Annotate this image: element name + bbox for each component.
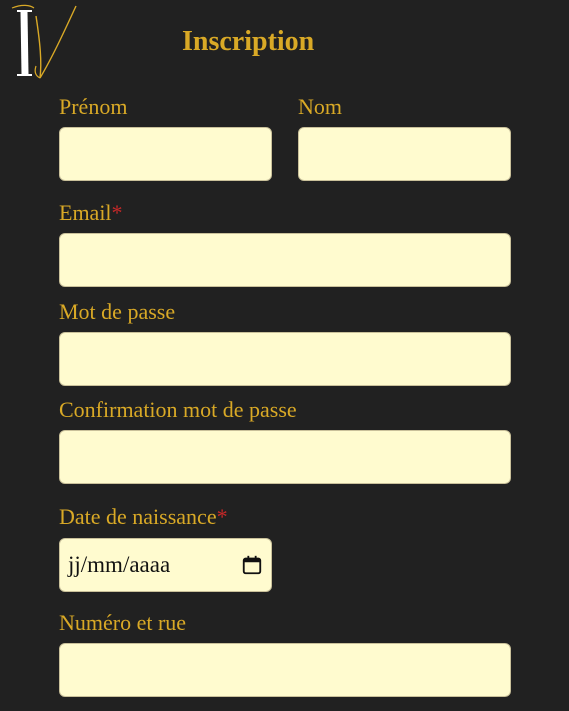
birthdate-label: Date de naissance* — [59, 503, 228, 531]
prenom-label-text: Prénom — [59, 94, 128, 119]
street-label: Numéro et rue — [59, 609, 186, 637]
password-label: Mot de passe — [59, 298, 175, 326]
password-confirm-input[interactable] — [59, 430, 511, 484]
password-confirm-label: Confirmation mot de passe — [59, 396, 297, 424]
calendar-icon[interactable] — [241, 554, 263, 576]
birthdate-required-mark: * — [216, 504, 228, 529]
monogram-logo-icon — [11, 4, 77, 79]
page-title: Inscription — [182, 26, 315, 57]
birthdate-input[interactable]: jj/mm/aaaa — [59, 538, 272, 592]
street-input[interactable] — [59, 643, 511, 697]
email-label: Email* — [59, 199, 123, 227]
birthdate-label-text: Date de naissance — [59, 504, 217, 529]
password-label-text: Mot de passe — [59, 299, 176, 324]
prenom-label: Prénom — [59, 93, 127, 121]
password-input[interactable] — [59, 332, 511, 386]
registration-page: Inscription Prénom Nom Email* Mot de pas… — [0, 0, 569, 711]
nom-label: Nom — [298, 93, 342, 121]
password-confirm-label-text: Confirmation mot de passe — [59, 397, 297, 422]
nom-input[interactable] — [298, 127, 511, 181]
nom-label-text: Nom — [298, 94, 342, 119]
email-required-mark: * — [111, 200, 123, 225]
street-label-text: Numéro et rue — [59, 610, 187, 635]
email-input[interactable] — [59, 233, 511, 287]
birthdate-placeholder: jj/mm/aaaa — [68, 552, 171, 577]
prenom-input[interactable] — [59, 127, 272, 181]
email-label-text: Email — [59, 200, 112, 225]
